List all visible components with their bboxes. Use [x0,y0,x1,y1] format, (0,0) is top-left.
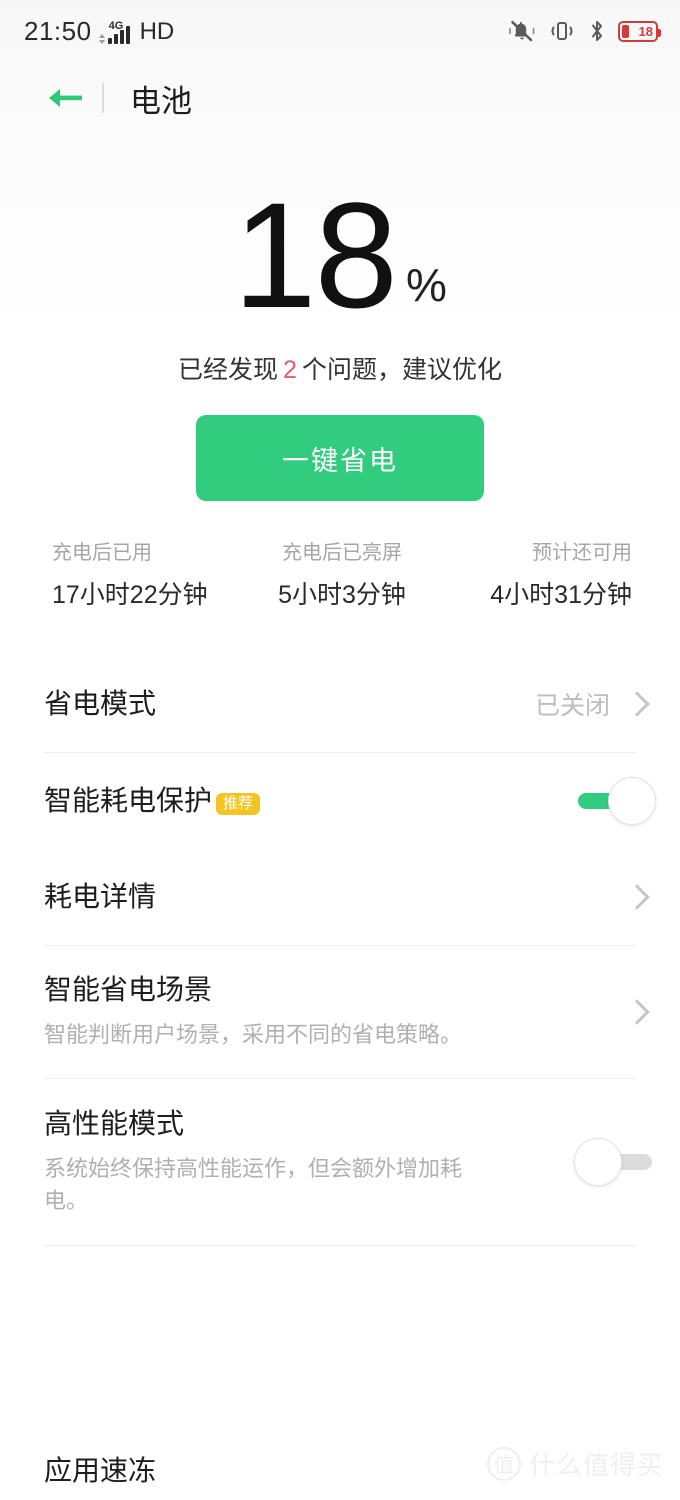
issue-summary: 已经发现 2 个问题，建议优化 [0,358,680,383]
stat-screen-on-since-charge: 充电后已亮屏 5小时3分钟 [245,543,438,608]
percent-symbol: % [405,259,447,311]
stat-value: 5小时3分钟 [278,581,406,609]
row-smart-power-protection[interactable]: 智能耗电保护 推荐 [0,753,680,849]
row-value-status: 已关闭 [534,692,610,720]
bluetooth-icon [589,19,605,43]
row-power-details[interactable]: 耗电详情 [0,849,680,945]
page-title: 电池 [130,83,192,119]
app-bar: 电池 [0,62,680,134]
row-subtitle: 智能判断用户场景，采用不同的省电策略。 [44,1021,463,1047]
toggle-knob [608,777,656,825]
row-text: 智能耗电保护 推荐 [44,784,578,818]
stat-value: 17小时22分钟 [52,581,208,609]
battery-settings-screen: 21:50 4G HD 18 电池 18 % 已经发现 2 个问题，建议优化 一… [0,0,680,1500]
settings-list: 省电模式 已关闭 智能耗电保护 推荐 耗电详情 智能省电场景 智能判断用户场景，… [0,656,680,1246]
row-title: 智能省电场景 [44,974,213,1006]
row-title: 智能耗电保护 [44,785,213,817]
battery-percent-label: 18 [638,23,653,39]
battery-icon: 18 [618,20,661,42]
volte-hd-label: HD [139,18,175,45]
row-subtitle: 系统始终保持高性能运作，但会额外增加耗电。 [44,1155,463,1213]
vibrate-icon [548,19,576,43]
stat-used-since-charge: 充电后已用 17小时22分钟 [38,543,245,608]
row-text: 耗电详情 [44,880,628,914]
row-app-freeze[interactable]: 应用速冻 [0,1454,680,1500]
toggle-knob [574,1138,622,1186]
battery-stats: 充电后已用 17小时22分钟 充电后已亮屏 5小时3分钟 预计还可用 4小时31… [0,543,680,608]
row-title: 应用速冻 [44,1455,157,1486]
row-text: 高性能模式 系统始终保持高性能运作，但会额外增加耗电。 [44,1107,578,1216]
list-divider [44,1245,636,1246]
chevron-right-icon [624,999,650,1025]
battery-level-display: 18 % [0,171,680,339]
stat-value: 4小时31分钟 [490,581,632,609]
one-key-power-save-button[interactable]: 一键省电 [196,415,484,501]
status-bar-right: 18 [509,19,661,43]
stat-label: 预计还可用 [531,542,632,564]
ringer-mute-icon [509,19,535,43]
row-title: 耗电详情 [44,881,157,913]
cellular-signal-group: 4G [98,20,130,44]
toggle-smart-power-protection[interactable] [578,777,656,825]
stat-label: 充电后已用 [52,542,152,564]
row-text: 智能省电场景 智能判断用户场景，采用不同的省电策略。 [44,973,628,1050]
network-type-label: 4G [108,20,124,32]
stat-label: 充电后已亮屏 [281,542,402,564]
row-power-saving-mode[interactable]: 省电模式 已关闭 [0,656,680,752]
issue-count: 2 [283,356,297,384]
status-bar-clock: 21:50 [24,16,92,46]
row-title-wrapper: 智能耗电保护 推荐 [44,784,558,818]
chevron-right-icon [624,884,650,910]
row-text: 省电模式 [44,687,535,721]
toggle-high-performance-mode[interactable] [574,1138,652,1186]
data-transfer-icon [98,24,105,44]
stat-estimated-remaining: 预计还可用 4小时31分钟 [439,543,642,608]
recommended-badge: 推荐 [216,793,261,815]
row-high-performance-mode[interactable]: 高性能模式 系统始终保持高性能运作，但会额外增加耗电。 [0,1079,680,1245]
row-smart-saving-scene[interactable]: 智能省电场景 智能判断用户场景，采用不同的省电策略。 [0,946,680,1078]
chevron-right-icon [624,691,650,717]
status-bar: 21:50 4G HD 18 [0,0,680,62]
row-title: 高性能模式 [44,1108,185,1140]
battery-level-number: 18 [233,171,398,339]
row-title: 省电模式 [44,688,157,720]
app-bar-divider [102,83,104,113]
issue-suffix: 个问题，建议优化 [301,356,502,384]
battery-hero: 18 % 已经发现 2 个问题，建议优化 一键省电 [0,134,680,501]
back-arrow-icon[interactable] [44,76,88,120]
status-bar-left: 21:50 4G HD [24,18,174,44]
issue-prefix: 已经发现 [178,356,279,384]
